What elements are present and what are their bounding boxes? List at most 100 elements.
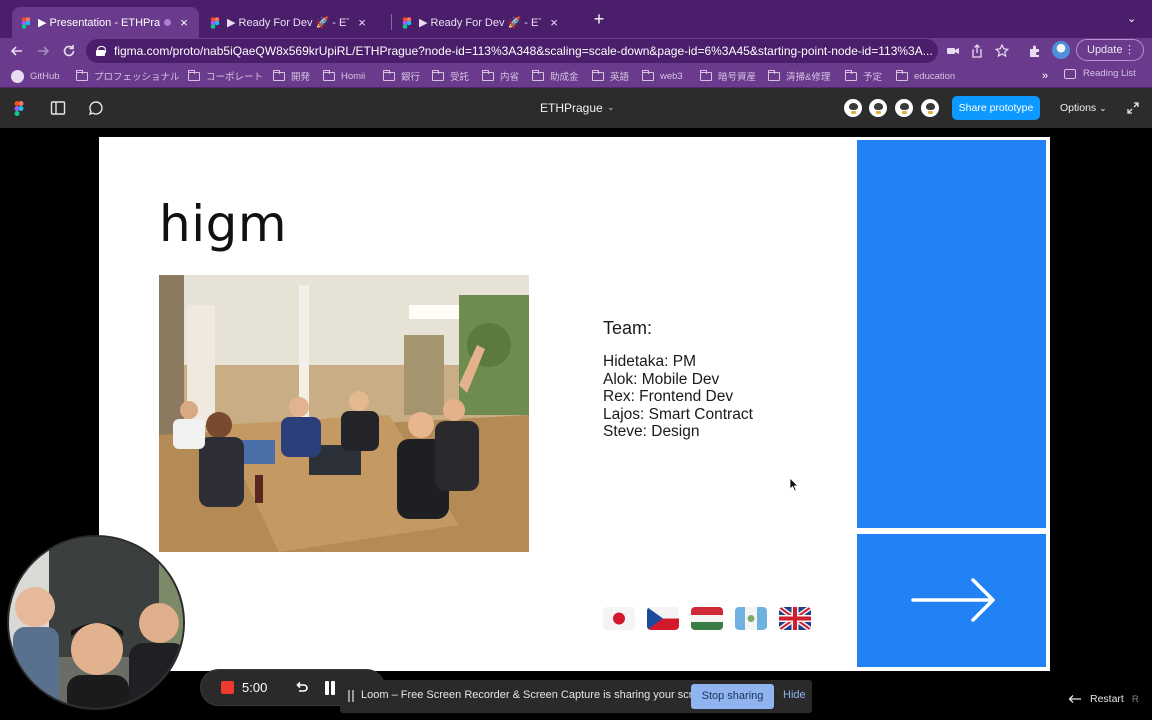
bookmark-label: 受託 [450,72,470,83]
bookmark-label: 銀行 [401,72,421,83]
avatar[interactable] [843,98,863,118]
tab-presentation[interactable]: ▶ Presentation - ETHPrague × [12,7,199,38]
bookmark-label: プロフェッショナル [94,72,180,83]
share-page-icon[interactable] [968,42,986,60]
browser-tab-strip: ▶ Presentation - ETHPrague × ▶ Ready For… [0,0,1152,38]
bookmark-folder[interactable]: web3 [642,68,683,84]
folder-icon [768,69,780,81]
chevron-down-icon[interactable]: ⌄ [607,102,615,113]
bookmark-label: コーポレート [206,72,264,83]
share-prototype-button[interactable]: Share prototype [952,96,1040,120]
tab-ready-for-dev-1[interactable]: ▶ Ready For Dev 🚀 - ETHPrague × [201,7,387,38]
avatar[interactable] [894,98,914,118]
folder-icon [432,69,444,81]
figma-prototype-toolbar: ETHPrague ⌄ Share prototype Options ⌄ [0,88,1152,128]
drag-handle-icon[interactable] [348,690,354,702]
bookmarks-bar: GitHub プロフェッショナル コーポレート 開発 Homii 銀行 受託 内… [0,64,1152,88]
bookmark-folder[interactable]: 暗号資産 [700,68,756,84]
fullscreen-icon[interactable] [1125,100,1141,116]
avatar[interactable] [868,98,888,118]
bookmark-folder[interactable]: education [896,68,955,84]
options-label: Options [1060,102,1097,114]
kebab-menu-icon[interactable]: ⋮ [1124,43,1135,56]
avatar[interactable] [920,98,940,118]
bookmark-label: 内省 [500,72,520,83]
reload-button[interactable] [59,41,79,61]
pause-icon[interactable] [323,681,337,695]
bookmark-folder[interactable]: プロフェッショナル [76,68,180,84]
profile-avatar[interactable] [1052,41,1070,59]
bookmark-github[interactable]: GitHub [11,68,60,84]
figma-icon [209,16,221,29]
figma-logo-icon[interactable] [14,101,24,116]
slide-title: higm [159,195,288,253]
stop-sharing-button[interactable]: Stop sharing [691,684,774,709]
team-member: Rex: Frontend Dev [603,388,734,406]
arrow-right-icon [911,578,995,622]
bookmark-folder[interactable]: 銀行 [383,68,420,84]
arrow-right-icon [38,46,50,56]
bookmark-folder[interactable]: 英語 [592,68,629,84]
team-photo [159,275,529,552]
options-button[interactable]: Options ⌄ [1060,102,1107,114]
bookmark-label: GitHub [30,70,60,82]
new-tab-button[interactable]: + [589,10,609,30]
bookmark-folder[interactable]: コーポレート [188,68,263,84]
document-title[interactable]: ETHPrague [540,101,603,115]
loom-camera-bubble[interactable] [7,535,185,710]
url-text: figma.com/proto/nab5iQaeQW8x569krUpiRL/E… [114,44,933,58]
reading-list-icon [1064,68,1076,79]
stop-recording-button[interactable] [221,681,234,694]
browser-toolbar: figma.com/proto/nab5iQaeQW8x569krUpiRL/E… [0,38,1152,64]
bookmark-star-icon[interactable] [993,42,1011,60]
back-button[interactable] [7,41,27,61]
blue-panel [857,140,1046,528]
restart-recording-icon[interactable] [293,680,309,696]
close-tab-icon[interactable]: × [355,16,369,29]
arrow-left-icon [10,46,22,56]
bookmark-folder[interactable]: 内省 [482,68,519,84]
restart-label: Restart [1090,693,1124,705]
team-list: Team: Hidetaka: PM Alok: Mobile Dev Rex:… [603,318,753,441]
bookmark-label: 英語 [610,72,630,83]
bookmark-label: Homii [341,70,366,82]
team-member: Alok: Mobile Dev [603,370,720,388]
screen: { "browser": { "tabs": [ {"title": "▶ Pr… [0,0,1152,720]
bookmark-label: 清掃&修理 [786,72,831,83]
next-slide-hotspot[interactable] [857,534,1046,667]
screen-sharing-bar: Loom – Free Screen Recorder & Screen Cap… [340,680,812,713]
figma-icon [401,16,413,29]
forward-button[interactable] [33,41,53,61]
bookmark-folder[interactable]: Homii [323,68,365,84]
bookmark-folder[interactable]: 受託 [432,68,469,84]
bookmarks-overflow-icon[interactable]: » [1042,70,1048,82]
close-tab-icon[interactable]: × [547,16,561,29]
reload-icon [63,45,75,57]
bookmark-folder[interactable]: 清掃&修理 [768,68,830,84]
bookmark-label: 助成金 [550,72,579,83]
folder-icon [482,69,494,81]
hide-button[interactable]: Hide [783,689,806,701]
tab-separator [391,14,392,30]
team-member: Lajos: Smart Contract [603,405,753,423]
chevron-down-icon: ⌄ [1099,103,1107,113]
figma-icon [20,16,32,29]
restart-button[interactable]: Restart R [1068,693,1139,705]
bookmark-label: 開発 [291,72,311,83]
reading-list-button[interactable]: Reading List [1064,68,1136,79]
bookmark-folder[interactable]: 助成金 [532,68,579,84]
extensions-puzzle-icon[interactable] [1026,42,1044,60]
bookmark-folder[interactable]: 開発 [273,68,310,84]
comment-icon[interactable] [87,99,105,117]
update-button[interactable]: Update ⋮ [1076,39,1144,61]
close-tab-icon[interactable]: × [177,16,191,29]
sidebar-toggle-icon[interactable] [49,99,67,117]
sharing-message: Loom – Free Screen Recorder & Screen Cap… [361,689,714,701]
tab-search-chevron-icon[interactable]: ⌄ [1127,12,1136,25]
camera-icon[interactable] [944,42,962,60]
address-bar[interactable]: figma.com/proto/nab5iQaeQW8x569krUpiRL/E… [86,39,938,63]
folder-icon [845,69,857,81]
bookmark-folder[interactable]: 予定 [845,68,882,84]
tab-ready-for-dev-2[interactable]: ▶ Ready For Dev 🚀 - ETHPrague × [393,7,579,38]
japan-flag [603,607,635,630]
